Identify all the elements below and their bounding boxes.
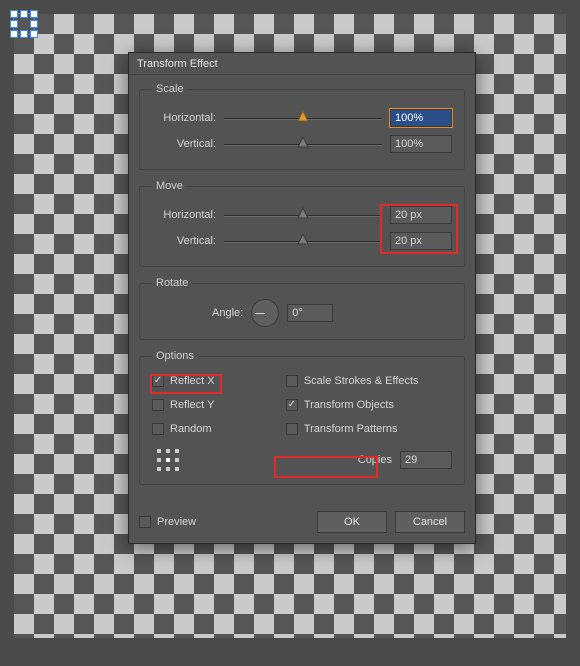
move-horizontal-slider[interactable]	[224, 210, 382, 220]
resize-handle[interactable]	[11, 31, 17, 37]
move-horizontal-input[interactable]: 20 px	[390, 206, 452, 224]
move-vertical-slider[interactable]	[224, 236, 382, 246]
ok-button[interactable]: OK	[317, 511, 387, 533]
rotate-legend: Rotate	[152, 277, 192, 289]
grid-icon	[156, 448, 180, 472]
reference-point-grid[interactable]	[156, 448, 180, 472]
scale-horizontal-slider[interactable]	[224, 113, 382, 123]
random-label: Random	[170, 423, 212, 435]
checkbox-icon	[152, 375, 164, 387]
preview-checkbox[interactable]: Preview	[139, 513, 196, 531]
scale-strokes-label: Scale Strokes & Effects	[304, 375, 419, 387]
checkbox-icon	[152, 423, 164, 435]
move-group: Move Horizontal: 20 px Vertical:	[139, 180, 465, 267]
scale-group: Scale Horizontal: 100% Vertical:	[139, 83, 465, 170]
move-vertical-input[interactable]: 20 px	[390, 232, 452, 250]
cancel-button[interactable]: Cancel	[395, 511, 465, 533]
transform-patterns-label: Transform Patterns	[304, 423, 398, 435]
resize-handle[interactable]	[11, 11, 17, 17]
transform-objects-label: Transform Objects	[304, 399, 394, 411]
rotate-angle-label: Angle:	[212, 307, 243, 319]
reflect-x-checkbox[interactable]: Reflect X	[152, 372, 280, 390]
move-horizontal-label: Horizontal:	[152, 209, 216, 221]
reflect-y-checkbox[interactable]: Reflect Y	[152, 396, 280, 414]
slider-thumb-icon	[297, 233, 309, 245]
preview-label: Preview	[157, 516, 196, 528]
resize-handle[interactable]	[21, 11, 27, 17]
options-legend: Options	[152, 350, 198, 362]
resize-handle[interactable]	[21, 31, 27, 37]
random-checkbox[interactable]: Random	[152, 420, 280, 438]
angle-dial[interactable]	[251, 299, 279, 327]
copies-label: Copies	[358, 454, 392, 466]
rotate-angle-input[interactable]: 0°	[287, 304, 333, 322]
copies-input[interactable]: 29	[400, 451, 452, 469]
resize-handle[interactable]	[31, 21, 37, 27]
resize-handle[interactable]	[31, 11, 37, 17]
transform-effect-dialog: Transform Effect Scale Horizontal: 100% …	[128, 52, 476, 544]
slider-thumb-icon	[297, 110, 309, 122]
scale-horizontal-input[interactable]: 100%	[390, 109, 452, 127]
checkbox-icon	[139, 516, 151, 528]
scale-horizontal-label: Horizontal:	[152, 112, 216, 124]
scale-vertical-input[interactable]: 100%	[390, 135, 452, 153]
transform-objects-checkbox[interactable]: Transform Objects	[286, 396, 452, 414]
move-legend: Move	[152, 180, 187, 192]
resize-handle[interactable]	[11, 21, 17, 27]
selected-square[interactable]	[14, 14, 34, 34]
slider-thumb-icon	[297, 207, 309, 219]
move-vertical-label: Vertical:	[152, 235, 216, 247]
checkbox-icon	[286, 375, 298, 387]
rotate-group: Rotate Angle: 0°	[139, 277, 465, 340]
scale-strokes-checkbox[interactable]: Scale Strokes & Effects	[286, 372, 452, 390]
scale-legend: Scale	[152, 83, 188, 95]
reflect-y-label: Reflect Y	[170, 399, 214, 411]
transform-patterns-checkbox[interactable]: Transform Patterns	[286, 420, 452, 438]
reflect-x-label: Reflect X	[170, 375, 215, 387]
checkbox-icon	[286, 399, 298, 411]
checkbox-icon	[286, 423, 298, 435]
checkbox-icon	[152, 399, 164, 411]
resize-handle[interactable]	[31, 31, 37, 37]
options-group: Options Reflect X Scale Strokes & Effect…	[139, 350, 465, 485]
dialog-title[interactable]: Transform Effect	[129, 53, 475, 75]
slider-thumb-icon	[297, 136, 309, 148]
scale-vertical-label: Vertical:	[152, 138, 216, 150]
scale-vertical-slider[interactable]	[224, 139, 382, 149]
